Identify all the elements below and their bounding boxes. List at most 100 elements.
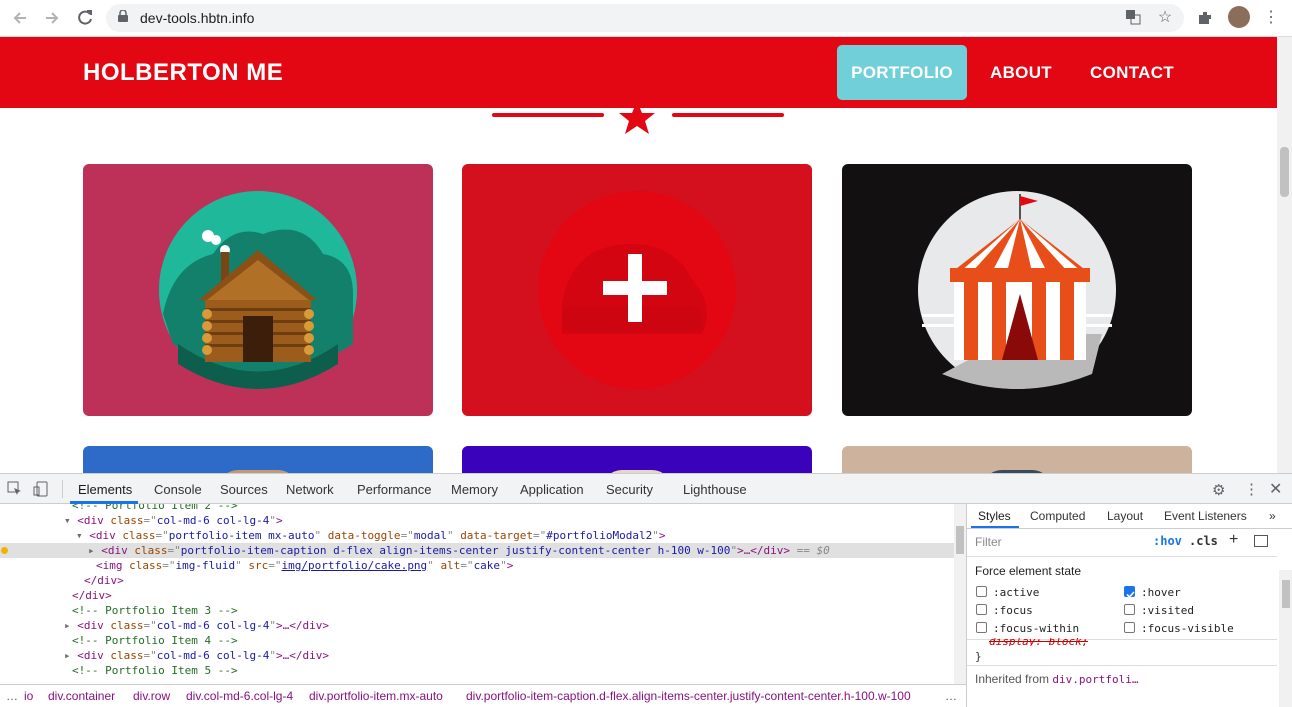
dom-node-line[interactable]: ▸ <div class="col-md-6 col-lg-4">…</div> (0, 648, 954, 663)
site-navbar: HOLBERTON ME PORTFOLIO ABOUT CONTACT (0, 37, 1277, 108)
styles-divider (967, 556, 1277, 557)
breadcrumb: … io div.container div.row div.col-md-6.col-… (0, 684, 966, 707)
new-style-rule-icon[interactable]: + (1229, 531, 1238, 549)
inherited-selector[interactable]: div.portfoli… (1052, 673, 1138, 686)
tab-styles[interactable]: Styles (978, 509, 1011, 523)
bookmark-star-icon[interactable]: ☆ (1156, 9, 1174, 27)
inherited-divider (967, 665, 1277, 666)
tab-performance[interactable]: Performance (357, 482, 431, 497)
css-rule-property[interactable]: display: block; (989, 638, 1088, 646)
tab-event-listeners[interactable]: Event Listeners (1164, 509, 1247, 523)
styles-scrollbar-thumb[interactable] (1282, 580, 1290, 608)
rule-closing-brace: } (975, 650, 982, 663)
filter-placeholder: Filter (975, 535, 1002, 549)
devtools-tabbar: Elements Console Sources Network Perform… (0, 474, 1292, 504)
styles-filter-input[interactable]: Filter (971, 532, 1141, 552)
portfolio-item-cake[interactable] (462, 164, 812, 416)
breadcrumb-item[interactable]: div.container (48, 689, 115, 703)
portfolio-item-4[interactable] (83, 446, 433, 473)
url-text: dev-tools.hbtn.info (140, 10, 255, 26)
inherited-label: Inherited from div.portfoli… (975, 672, 1138, 686)
tab-computed[interactable]: Computed (1030, 509, 1085, 523)
extensions-icon[interactable] (1196, 9, 1214, 27)
reload-icon[interactable] (75, 8, 95, 28)
nav-contact[interactable]: CONTACT (1080, 45, 1184, 100)
tab-console[interactable]: Console (154, 482, 202, 497)
nav-portfolio[interactable]: PORTFOLIO (837, 45, 967, 100)
tab-application[interactable]: Application (520, 482, 584, 497)
tab-sources[interactable]: Sources (220, 482, 268, 497)
dom-node-line[interactable]: <!-- Portfolio Item 5 --> (0, 663, 954, 678)
portfolio-item-circus[interactable] (842, 164, 1192, 416)
circus-illustration (918, 191, 1116, 389)
state-focus-within-label: :focus-within (993, 622, 1080, 635)
nav-about[interactable]: ABOUT (977, 45, 1065, 100)
collapsed-caret-icon[interactable]: ▸ (64, 649, 77, 662)
collapsed-caret-icon[interactable]: ▸ (88, 544, 101, 557)
breadcrumb-item[interactable]: div.portfolio-item.mx-auto (309, 689, 443, 703)
dom-node-line[interactable]: </div> (0, 573, 954, 588)
expanded-caret-icon[interactable]: ▾ (76, 529, 89, 542)
collapsed-caret-icon[interactable]: ▸ (64, 619, 77, 632)
forward-icon[interactable] (42, 8, 62, 28)
dom-node-line[interactable]: <!-- Portfolio Item 2 --> (0, 504, 954, 513)
toolbar-separator (62, 480, 63, 498)
cls-toggle[interactable]: .cls (1189, 534, 1218, 548)
checkbox-hover[interactable] (1124, 586, 1135, 599)
star-icon (619, 101, 655, 134)
inspect-element-icon[interactable] (7, 481, 23, 497)
site-brand[interactable]: HOLBERTON ME (83, 59, 283, 87)
dom-node-line[interactable]: </div> (0, 588, 954, 603)
devtools-panel: Elements Console Sources Network Perform… (0, 473, 1292, 707)
dom-node-line[interactable]: <img class="img-fluid" src="img/portfoli… (0, 558, 954, 573)
browser-menu-icon[interactable]: ⋮ (1262, 9, 1280, 27)
address-bar[interactable]: dev-tools.hbtn.info ☆ (106, 4, 1184, 32)
back-icon[interactable] (10, 8, 30, 28)
portfolio-item-cabin[interactable] (83, 164, 433, 416)
tab-layout[interactable]: Layout (1107, 509, 1143, 523)
device-toolbar-icon[interactable] (33, 481, 49, 497)
dom-node-line[interactable]: ▾ <div class="portfolio-item mx-auto" da… (0, 528, 954, 543)
page-scrollbar-thumb[interactable] (1280, 147, 1289, 197)
dom-node-line[interactable]: <!-- Portfolio Item 3 --> (0, 603, 954, 618)
dom-scrollbar[interactable] (954, 504, 966, 684)
close-devtools-icon[interactable]: ✕ (1269, 479, 1283, 498)
hov-toggle[interactable]: :hov (1153, 534, 1182, 548)
checkbox-focus-within[interactable] (976, 622, 987, 633)
dom-node-line[interactable]: <!-- Portfolio Item 4 --> (0, 633, 954, 648)
breadcrumb-item[interactable]: div.portfolio-item-caption.d-flex.align-… (466, 689, 911, 703)
tab-elements[interactable]: Elements (78, 482, 132, 497)
checkbox-focus[interactable] (976, 604, 987, 615)
breadcrumb-item[interactable]: div.row (133, 689, 170, 703)
tab-network[interactable]: Network (286, 482, 334, 497)
checkbox-focus-visible[interactable] (1124, 622, 1135, 633)
styles-scrollbar[interactable] (1279, 570, 1292, 707)
breadcrumb-item[interactable]: … (6, 689, 18, 703)
checkbox-active[interactable] (976, 586, 987, 597)
devtools-menu-icon[interactable]: ⋮ (1244, 480, 1259, 498)
more-tabs-icon[interactable]: » (1269, 509, 1276, 523)
tab-security[interactable]: Security (606, 482, 653, 497)
portfolio-item-6[interactable] (842, 446, 1192, 473)
dom-node-line[interactable]: ▸ <div class="portfolio-item-caption d-f… (0, 543, 954, 558)
breadcrumb-item[interactable]: div.col-md-6.col-lg-4 (186, 689, 293, 703)
dom-node-line[interactable]: ▸ <div class="col-md-6 col-lg-4">…</div> (0, 618, 954, 633)
page-scrollbar[interactable] (1277, 37, 1292, 473)
toggle-sidebar-icon[interactable] (1254, 535, 1268, 547)
cabin-illustration (159, 191, 357, 389)
tab-memory[interactable]: Memory (451, 482, 498, 497)
settings-gear-icon[interactable]: ⚙ (1212, 481, 1228, 499)
breadcrumb-item[interactable]: io (24, 689, 33, 703)
profile-avatar[interactable] (1228, 6, 1250, 28)
expanded-caret-icon[interactable]: ▾ (64, 514, 77, 527)
checkbox-visited[interactable] (1124, 604, 1135, 615)
translate-icon[interactable] (1124, 9, 1142, 27)
tab-lighthouse[interactable]: Lighthouse (683, 482, 747, 497)
dom-node-line[interactable]: ▾ <div class="col-md-6 col-lg-4"> (0, 513, 954, 528)
dom-tree[interactable]: <!-- Portfolio Item 2 --> ▾ <div class="c… (0, 504, 954, 684)
cake-illustration (538, 191, 736, 389)
portfolio-item-5[interactable] (462, 446, 812, 473)
dom-scrollbar-thumb[interactable] (956, 526, 964, 554)
force-element-state-title: Force element state (975, 564, 1082, 578)
breadcrumb-item[interactable]: … (945, 689, 957, 703)
